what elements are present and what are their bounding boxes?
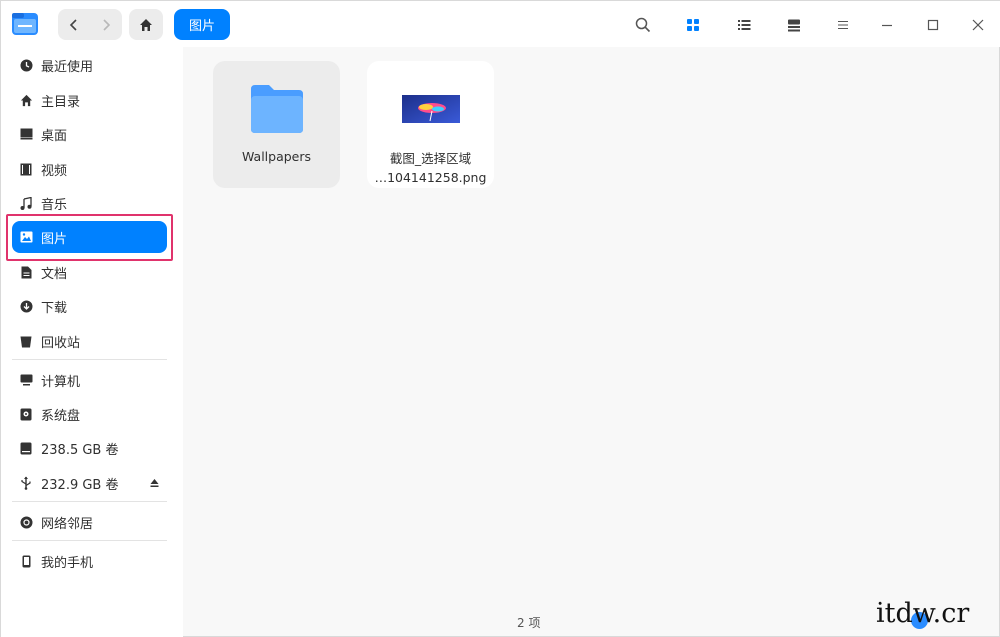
title-bar: 图片 (1, 1, 1000, 47)
desktop-icon (19, 127, 33, 141)
sidebar-item-system-disk[interactable]: 系统盘 (12, 398, 167, 430)
document-icon (19, 265, 33, 279)
sidebar-item-label: 238.5 GB 卷 (41, 442, 119, 458)
close-button[interactable] (964, 11, 992, 39)
sidebar-item-label: 音乐 (41, 197, 68, 213)
sidebar-item-computer[interactable]: 计算机 (12, 364, 167, 396)
file-item-folder[interactable]: Wallpapers (213, 61, 340, 188)
folder-icon (250, 85, 303, 133)
list-view-button[interactable] (730, 11, 758, 39)
file-manager-window: 图片 最近使用 主目录 桌面 视频 音乐 图片 文档 下载 回收站 计算机 系统… (0, 0, 1000, 637)
home-icon (19, 93, 33, 107)
sidebar-item-label: 232.9 GB 卷 (41, 477, 119, 493)
sidebar-item-home[interactable]: 主目录 (12, 84, 167, 116)
highlight-box (6, 214, 173, 261)
disk-icon (19, 441, 33, 455)
sidebar-separator (12, 359, 167, 360)
phone-icon (19, 554, 33, 568)
sidebar-item-label: 下载 (41, 300, 68, 316)
sidebar-separator (12, 501, 167, 502)
sidebar: 最近使用 主目录 桌面 视频 音乐 图片 文档 下载 回收站 计算机 系统盘 2… (1, 47, 183, 637)
minimize-button[interactable] (873, 11, 901, 39)
sidebar-item-network[interactable]: 网络邻居 (12, 506, 167, 538)
minimize-icon (882, 24, 892, 27)
sidebar-item-label: 系统盘 (41, 408, 81, 424)
sidebar-item-volume-232[interactable]: 232.9 GB 卷 (12, 467, 167, 499)
maximize-button[interactable] (919, 11, 947, 39)
list-view-icon (738, 20, 751, 30)
clock-icon (19, 58, 33, 72)
sidebar-item-label: 计算机 (41, 374, 81, 390)
sidebar-item-label: 回收站 (41, 335, 81, 351)
icon-view-button[interactable] (679, 11, 707, 39)
search-icon (635, 17, 651, 33)
home-icon (140, 18, 152, 31)
chevron-left-icon (69, 18, 77, 31)
back-button[interactable] (58, 9, 90, 40)
app-logo-icon (11, 10, 39, 38)
sidebar-separator (12, 540, 167, 541)
file-name-line2: …104141258.png (374, 170, 487, 185)
sidebar-item-label: 桌面 (41, 128, 68, 144)
sidebar-item-recent[interactable]: 最近使用 (12, 49, 167, 81)
usb-icon (19, 476, 33, 490)
main-menu-button[interactable] (829, 11, 857, 39)
file-item-image[interactable]: 截图_选择区域 …104141258.png (367, 61, 494, 188)
computer-icon (19, 373, 33, 387)
image-thumbnail (401, 95, 460, 123)
icon-view-icon (687, 19, 699, 31)
menu-icon (838, 21, 848, 29)
sidebar-item-desktop[interactable]: 桌面 (12, 118, 167, 150)
sidebar-item-label: 视频 (41, 163, 68, 179)
sidebar-item-label: 文档 (41, 266, 68, 282)
forward-button[interactable] (90, 9, 122, 40)
sidebar-item-my-phone[interactable]: 我的手机 (12, 545, 167, 577)
sidebar-item-label: 我的手机 (41, 555, 94, 571)
chevron-right-icon (103, 18, 111, 31)
sidebar-item-trash[interactable]: 回收站 (12, 325, 167, 357)
navigation-buttons (58, 9, 122, 40)
detail-view-button[interactable] (780, 11, 808, 39)
sidebar-item-downloads[interactable]: 下载 (12, 290, 167, 322)
maximize-icon (927, 19, 939, 31)
video-icon (19, 162, 33, 176)
home-button[interactable] (129, 9, 163, 40)
sidebar-item-videos[interactable]: 视频 (12, 153, 167, 185)
music-icon (19, 196, 33, 210)
sidebar-item-label: 最近使用 (41, 59, 94, 75)
sidebar-item-label: 网络邻居 (41, 516, 94, 532)
watermark-text: itdw.cr (876, 598, 970, 629)
eject-icon[interactable] (150, 477, 159, 492)
search-button[interactable] (629, 11, 657, 39)
sidebar-item-label: 主目录 (41, 94, 81, 110)
sidebar-item-volume-238[interactable]: 238.5 GB 卷 (12, 432, 167, 464)
close-icon (972, 19, 984, 31)
system-disk-icon (19, 407, 33, 421)
network-icon (19, 515, 33, 529)
detail-view-icon (788, 19, 800, 32)
file-name-line1: 截图_选择区域 (389, 151, 472, 166)
status-item-count: 2 项 (517, 616, 541, 630)
breadcrumb-current[interactable]: 图片 (174, 9, 230, 40)
file-name: Wallpapers (241, 149, 312, 164)
download-icon (19, 299, 33, 313)
trash-icon (19, 334, 33, 348)
